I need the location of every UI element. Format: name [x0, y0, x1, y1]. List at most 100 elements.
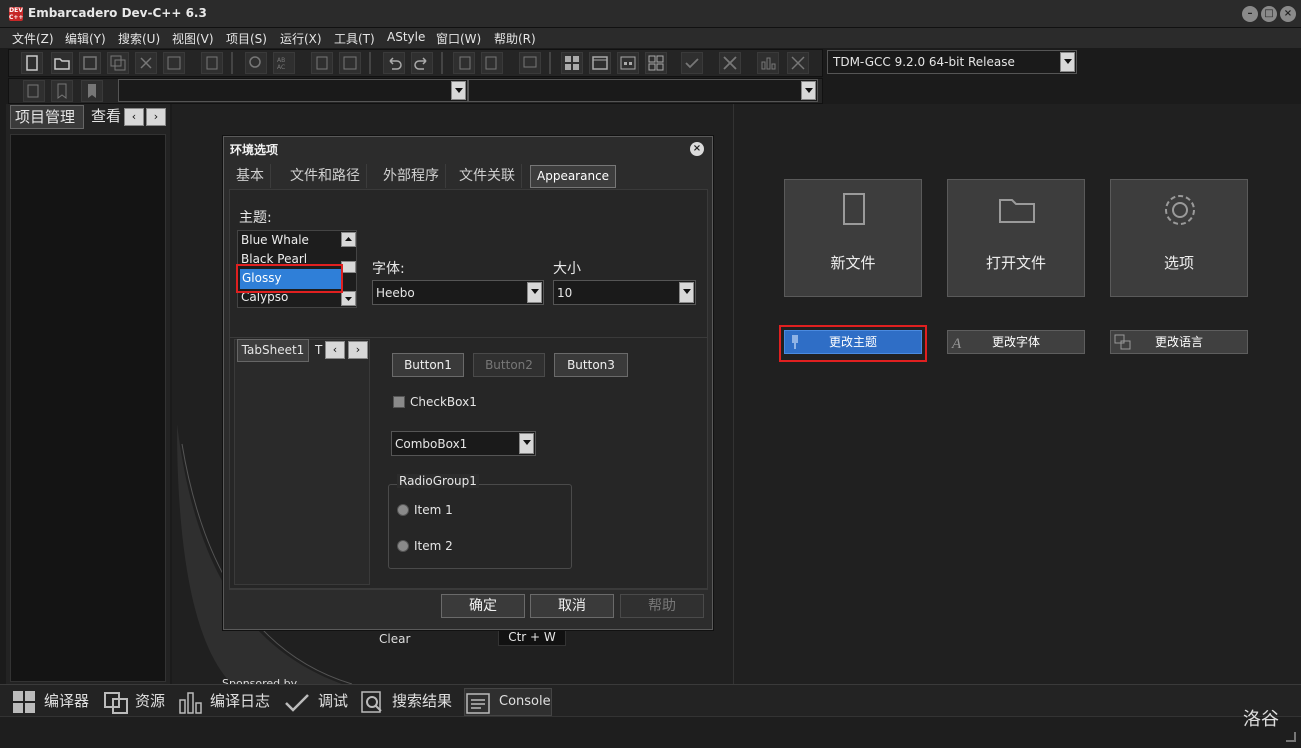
profile-icon[interactable]: [757, 52, 779, 74]
font-icon: A: [951, 336, 962, 351]
tab-project-manager[interactable]: 项目管理: [10, 105, 84, 129]
menu-view[interactable]: 视图(V): [172, 30, 214, 47]
maximize-button[interactable]: □: [1261, 6, 1277, 22]
dialog-close-button[interactable]: ×: [690, 142, 704, 156]
scroll-down-icon[interactable]: [341, 291, 356, 306]
menu-tools[interactable]: 工具(T): [334, 30, 375, 47]
undo-icon[interactable]: [383, 52, 405, 74]
insert-icon[interactable]: [23, 80, 45, 102]
ok-button[interactable]: 确定: [441, 594, 525, 618]
tab-debug[interactable]: 调试: [284, 688, 354, 716]
project-tree[interactable]: [10, 134, 166, 682]
change-font-button[interactable]: A 更改字体: [947, 330, 1085, 354]
tab-resources[interactable]: 资源: [104, 688, 174, 716]
save-all-icon[interactable]: [107, 52, 129, 74]
tab-file-associations[interactable]: 文件关联: [453, 164, 522, 188]
dialog-title: 环境选项: [230, 143, 279, 157]
tab-basic[interactable]: 基本: [230, 164, 271, 188]
syntax-check-icon[interactable]: [681, 52, 703, 74]
goto-bookmark-icon[interactable]: [81, 80, 103, 102]
tab-files-paths[interactable]: 文件和路径: [284, 164, 367, 188]
scroll-left-icon[interactable]: ‹: [325, 341, 345, 359]
preview-combobox-value: ComboBox1: [395, 437, 468, 451]
menu-bar: 文件(Z) 编辑(Y) 搜索(U) 视图(V) 项目(S) 运行(X) 工具(T…: [0, 28, 1301, 48]
redo-icon[interactable]: [411, 52, 433, 74]
compile-icon[interactable]: [561, 52, 583, 74]
scroll-left-icon[interactable]: ‹: [124, 108, 144, 126]
resize-grip-icon[interactable]: [1286, 732, 1296, 742]
preview-tab-sheet2[interactable]: T: [315, 343, 322, 357]
radio-icon[interactable]: [397, 540, 409, 552]
svg-text:AC: AC: [277, 64, 285, 71]
new-file-icon[interactable]: [21, 52, 43, 74]
rebuild-icon[interactable]: [645, 52, 667, 74]
indent-icon[interactable]: [453, 52, 475, 74]
print-icon[interactable]: [201, 52, 223, 74]
scroll-right-icon[interactable]: ›: [348, 341, 368, 359]
tab-external-programs[interactable]: 外部程序: [377, 164, 446, 188]
scroll-thumb[interactable]: [341, 261, 356, 273]
tab-view[interactable]: 查看: [88, 105, 124, 129]
tab-console[interactable]: Console: [464, 688, 552, 716]
bookmark-icon[interactable]: [51, 80, 73, 102]
run-icon[interactable]: [589, 52, 611, 74]
compile-run-icon[interactable]: [617, 52, 639, 74]
tab-debug-label: 调试: [318, 692, 349, 710]
cancel-button[interactable]: 取消: [530, 594, 614, 618]
new-file-tile[interactable]: 新文件: [784, 179, 922, 297]
clear-label[interactable]: Clear: [379, 632, 410, 646]
search-icon: [361, 691, 382, 713]
size-label: 大小: [553, 261, 581, 277]
compiler-select[interactable]: TDM-GCC 9.2.0 64-bit Release: [827, 50, 1077, 74]
theme-item-blue-whale[interactable]: Blue Whale: [241, 233, 309, 247]
find-icon[interactable]: [245, 52, 267, 74]
preview-button3[interactable]: Button3: [554, 353, 628, 377]
toggle-comment-icon[interactable]: [519, 52, 541, 74]
unindent-icon[interactable]: [481, 52, 503, 74]
menu-file[interactable]: 文件(Z): [12, 30, 54, 47]
minimize-button[interactable]: –: [1242, 6, 1258, 22]
member-select[interactable]: [468, 79, 818, 102]
replace-icon[interactable]: AB AC: [273, 52, 295, 74]
size-select[interactable]: 10: [553, 280, 696, 305]
open-file-tile[interactable]: 打开文件: [947, 179, 1085, 297]
menu-help[interactable]: 帮助(R): [494, 30, 536, 47]
stop-icon[interactable]: [719, 52, 741, 74]
menu-project[interactable]: 项目(S): [226, 30, 267, 47]
preview-combobox[interactable]: ComboBox1: [391, 431, 536, 456]
scroll-right-icon[interactable]: ›: [146, 108, 166, 126]
change-language-button[interactable]: 更改语言: [1110, 330, 1248, 354]
tab-compiler[interactable]: 编译器: [12, 688, 92, 716]
scroll-up-icon[interactable]: [341, 232, 356, 247]
preview-button1[interactable]: Button1: [392, 353, 464, 377]
save-icon[interactable]: [79, 52, 101, 74]
tab-compile-log[interactable]: 编译日志: [178, 688, 278, 716]
menu-astyle[interactable]: AStyle: [387, 30, 425, 44]
menu-window[interactable]: 窗口(W): [436, 30, 481, 47]
menu-search[interactable]: 搜索(U): [118, 30, 160, 47]
preview-button2: Button2: [473, 353, 545, 377]
class-select[interactable]: [118, 79, 468, 102]
goto-icon[interactable]: [339, 52, 361, 74]
status-bar: [0, 716, 1301, 748]
font-select[interactable]: Heebo: [372, 280, 544, 305]
goto-line-icon[interactable]: [311, 52, 333, 74]
close-all-icon[interactable]: [163, 52, 185, 74]
open-folder-icon[interactable]: [51, 52, 73, 74]
menu-edit[interactable]: 编辑(Y): [65, 30, 106, 47]
close-file-icon[interactable]: [135, 52, 157, 74]
menu-run[interactable]: 运行(X): [280, 30, 322, 47]
delete-profile-icon[interactable]: [787, 52, 809, 74]
open-file-label: 打开文件: [985, 254, 1046, 272]
options-tile[interactable]: 选项: [1110, 179, 1248, 297]
checkbox-icon[interactable]: [393, 396, 405, 408]
tab-search-results[interactable]: 搜索结果: [360, 688, 460, 716]
tab-appearance[interactable]: Appearance: [530, 165, 617, 188]
tab-console-label: Console: [499, 694, 551, 709]
font-select-value: Heebo: [376, 286, 415, 300]
help-button: 帮助: [620, 594, 704, 618]
radio-icon[interactable]: [397, 504, 409, 516]
close-button[interactable]: ×: [1280, 6, 1296, 22]
preview-tab-sheet1[interactable]: TabSheet1: [237, 339, 309, 362]
radio-item-2: Item 2: [414, 539, 453, 553]
